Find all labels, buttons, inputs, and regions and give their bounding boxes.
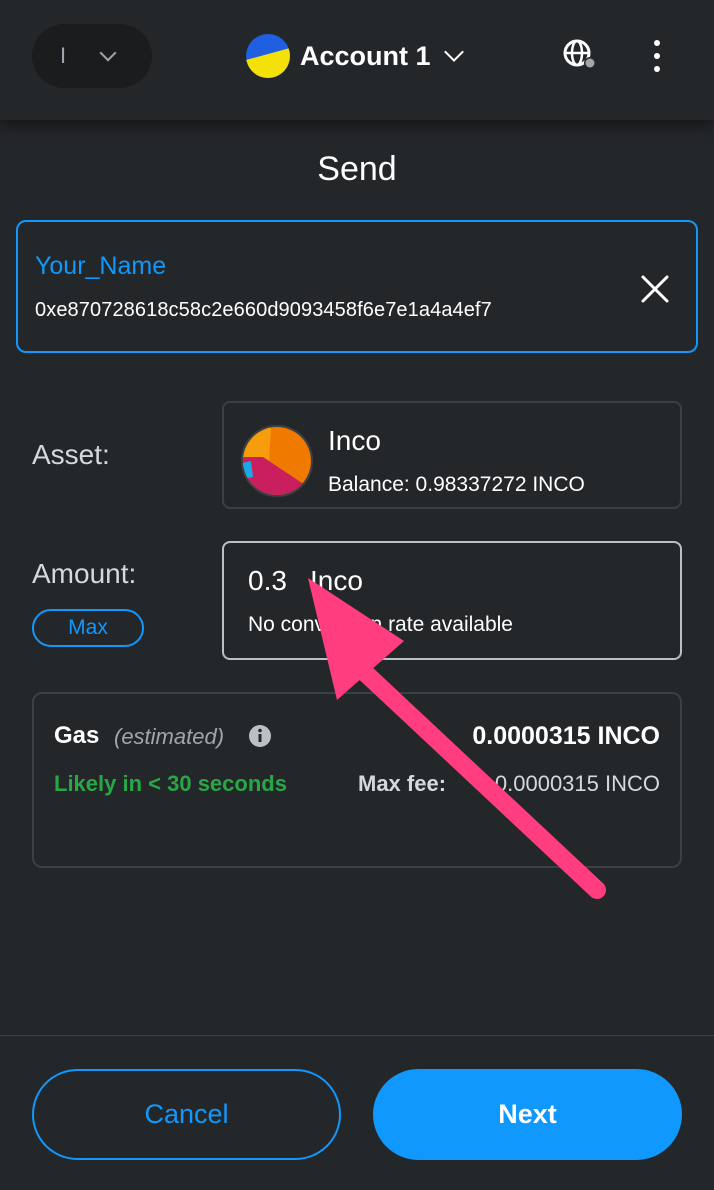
- gas-estimated-label: (estimated): [114, 724, 225, 749]
- network-initial: I: [60, 43, 67, 68]
- max-fee-label: Max fee:: [358, 771, 447, 796]
- account-menu[interactable]: Account 1: [246, 34, 464, 78]
- max-fee-value: 0.0000315 INCO: [494, 771, 660, 796]
- amount-input[interactable]: 0.3 Inco No conversion rate available: [222, 541, 682, 660]
- footer-divider: [0, 1035, 714, 1036]
- gas-likely-time: Likely in < 30 seconds: [54, 771, 287, 796]
- recipient-name: Your_Name: [35, 252, 167, 280]
- page-title: Send: [317, 150, 397, 188]
- recipient-card: Your_Name 0xe870728618c58c2e660d9093458f…: [16, 220, 698, 353]
- account-name: Account 1: [300, 40, 431, 71]
- next-button[interactable]: Next: [373, 1069, 682, 1160]
- close-icon[interactable]: [640, 274, 670, 304]
- globe-icon[interactable]: [562, 38, 598, 72]
- amount-value: 0.3: [248, 565, 287, 596]
- asset-name: Inco: [328, 425, 381, 456]
- network-selector[interactable]: I: [32, 24, 152, 88]
- asset-balance: Balance: 0.98337272 INCO: [328, 473, 585, 496]
- max-button[interactable]: Max: [32, 609, 144, 647]
- conversion-rate-text: No conversion rate available: [248, 613, 513, 636]
- asset-label: Asset:: [32, 439, 110, 470]
- app-header: I Account 1: [0, 0, 714, 120]
- kebab-menu-icon[interactable]: [647, 40, 667, 72]
- account-avatar-icon: [246, 34, 290, 78]
- inco-token-icon: [241, 425, 313, 497]
- cancel-button[interactable]: Cancel: [32, 1069, 341, 1160]
- chevron-down-icon: [99, 44, 117, 62]
- asset-selector[interactable]: Inco Balance: 0.98337272 INCO: [222, 401, 682, 509]
- gas-amount: 0.0000315 INCO: [472, 722, 660, 750]
- amount-unit: Inco: [310, 565, 363, 596]
- recipient-address: 0xe870728618c58c2e660d9093458f6e7e1a4a4e…: [35, 299, 492, 321]
- info-icon[interactable]: [248, 724, 272, 748]
- gas-fee-card[interactable]: Gas (estimated) 0.0000315 INCO Likely in…: [32, 692, 682, 868]
- amount-label: Amount:: [32, 558, 137, 589]
- gas-title: Gas: [54, 722, 100, 749]
- chevron-down-icon: [443, 42, 464, 62]
